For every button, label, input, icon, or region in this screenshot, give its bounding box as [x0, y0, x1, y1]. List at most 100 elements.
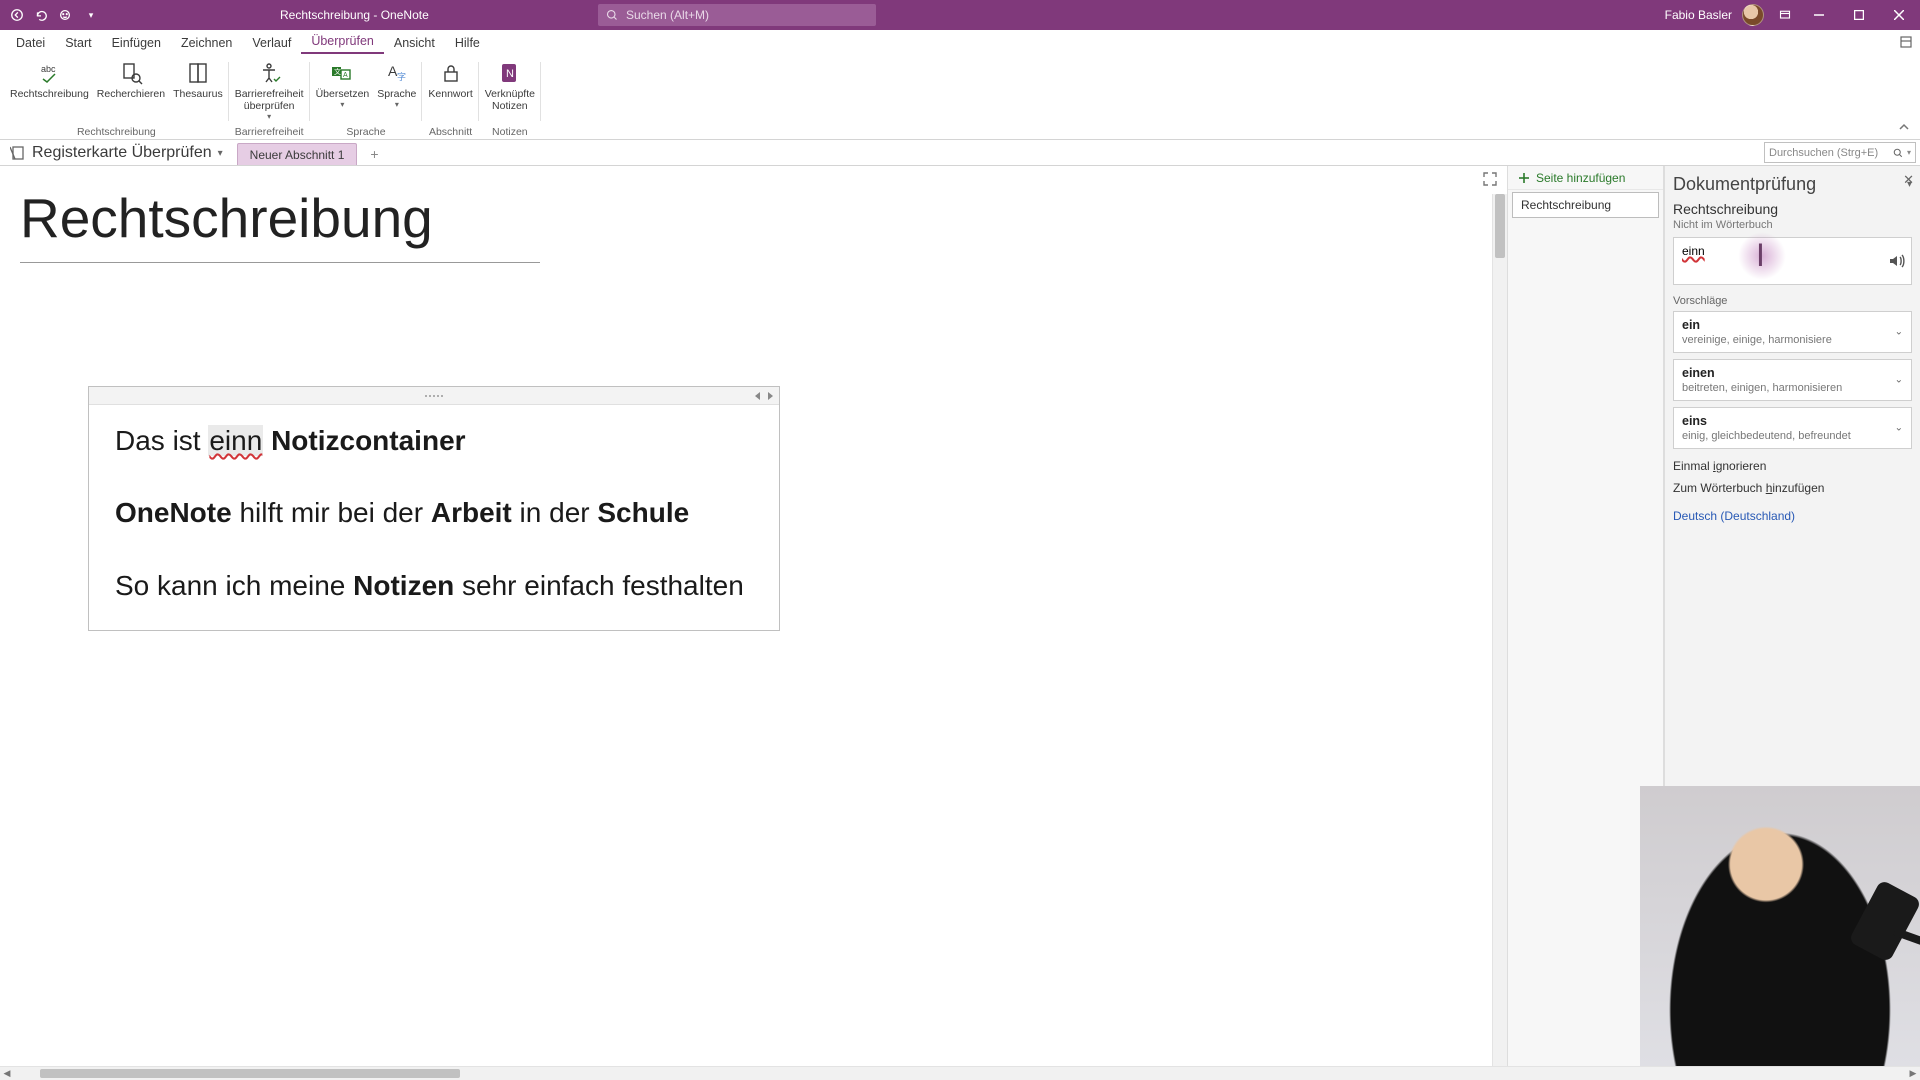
window-mode-button[interactable] [1774, 4, 1796, 26]
webcam-overlay [1640, 786, 1920, 1066]
notebook-selector[interactable]: Registerkarte Überprüfen ▾ [8, 142, 229, 165]
container-collapse-right-button[interactable] [765, 391, 775, 401]
chevron-down-icon[interactable]: ⌄ [1895, 375, 1903, 386]
plus-icon [1518, 172, 1530, 184]
add-to-dictionary-link[interactable]: Zum Wörterbuch hinzufügen [1673, 481, 1912, 495]
translate-icon: 文A [330, 59, 354, 87]
password-button[interactable]: Kennwort [424, 56, 476, 125]
menu-ansicht[interactable]: Ansicht [384, 33, 445, 54]
scroll-left-button[interactable]: ◀ [0, 1067, 14, 1080]
chevron-down-icon: ▾ [395, 100, 399, 109]
suggestion-item[interactable]: einen beitreten, einigen, harmonisieren … [1673, 359, 1912, 401]
grip-icon [425, 395, 443, 397]
expand-page-button[interactable] [1483, 172, 1501, 190]
notebook-name: Registerkarte Überprüfen [32, 144, 212, 162]
notebook-search-input[interactable]: Durchsuchen (Strg+E) ▾ [1764, 142, 1916, 163]
ribbon-group-accessibility: Barrierefreiheit überprüfen ▾ Barrierefr… [229, 56, 310, 139]
note-line-2[interactable]: OneNote hilft mir bei der Arbeit in der … [115, 495, 753, 531]
qat-customize-button[interactable]: ▾ [80, 4, 102, 26]
section-tab[interactable]: Neuer Abschnitt 1 [237, 143, 358, 165]
horizontal-scrollbar[interactable]: ◀ ▶ [0, 1066, 1920, 1080]
close-button[interactable] [1882, 0, 1916, 30]
container-collapse-left-button[interactable] [753, 391, 763, 401]
chevron-down-icon[interactable]: ⌄ [1895, 327, 1903, 338]
page-canvas[interactable]: Rechtschreibung Das ist einn Notizcontai… [0, 166, 1508, 1066]
pane-title: Dokumentprüfung [1673, 174, 1816, 195]
chevron-down-icon: ▾ [340, 100, 344, 109]
page-title[interactable]: Rechtschreibung [20, 186, 540, 263]
menu-datei[interactable]: Datei [6, 33, 55, 54]
chevron-down-icon: ▾ [218, 148, 223, 159]
svg-text:文: 文 [334, 67, 341, 76]
new-section-button[interactable]: + [363, 143, 385, 165]
note-body[interactable]: Das ist einn Notizcontainer OneNote hilf… [89, 405, 779, 630]
note-container[interactable]: Das ist einn Notizcontainer OneNote hilf… [88, 386, 780, 631]
thesaurus-button[interactable]: Thesaurus [169, 56, 227, 125]
account-avatar[interactable] [1742, 4, 1764, 26]
search-placeholder: Suchen (Alt+M) [626, 8, 709, 22]
search-box[interactable]: Suchen (Alt+M) [598, 4, 876, 26]
scroll-right-button[interactable]: ▶ [1906, 1067, 1920, 1080]
svg-text:A: A [343, 72, 348, 79]
ignore-once-link[interactable]: Einmal ignorieren [1673, 459, 1912, 473]
suggestion-item[interactable]: eins einig, gleichbedeutend, befreundet … [1673, 407, 1912, 449]
undo-button[interactable] [30, 4, 52, 26]
search-icon [606, 9, 618, 21]
maximize-button[interactable] [1842, 0, 1876, 30]
spellcheck-icon: abc [37, 59, 61, 87]
ribbon-collapse-button[interactable] [1898, 121, 1912, 135]
svg-text:字: 字 [397, 71, 406, 82]
svg-text:N: N [506, 68, 514, 80]
research-button[interactable]: Recherchieren [93, 56, 169, 125]
language-button[interactable]: A字 Sprache ▾ [373, 56, 420, 125]
pane-subtitle: Rechtschreibung [1673, 201, 1912, 217]
note-line-3[interactable]: So kann ich meine Notizen sehr einfach f… [115, 568, 753, 604]
scrollbar-thumb[interactable] [40, 1069, 460, 1078]
linked-notes-icon: N [498, 59, 522, 87]
minimize-button[interactable] [1802, 0, 1836, 30]
search-icon [1892, 147, 1904, 159]
add-page-button[interactable]: Seite hinzufügen [1508, 166, 1663, 190]
menu-ueberpruefen[interactable]: Überprüfen [301, 31, 384, 54]
menu-einfuegen[interactable]: Einfügen [102, 33, 171, 54]
cursor-highlight-icon: I [1738, 232, 1786, 280]
scrollbar-track[interactable] [14, 1067, 1906, 1080]
vertical-scrollbar[interactable] [1492, 194, 1507, 1066]
chevron-down-icon[interactable]: ⌄ [1895, 423, 1903, 434]
misspelled-word-box: einn I [1673, 237, 1912, 285]
suggestion-item[interactable]: ein vereinige, einige, harmonisiere ⌄ [1673, 311, 1912, 353]
scrollbar-thumb[interactable] [1495, 194, 1505, 258]
thesaurus-icon [186, 59, 210, 87]
spelling-error-word[interactable]: einn [208, 425, 263, 456]
note-container-handle[interactable] [89, 387, 779, 405]
translate-button[interactable]: 文A Übersetzen ▾ [312, 56, 374, 125]
note-line-1[interactable]: Das ist einn Notizcontainer [115, 423, 753, 459]
menu-start[interactable]: Start [55, 33, 101, 54]
menu-hilfe[interactable]: Hilfe [445, 33, 490, 54]
chevron-down-icon: ▾ [267, 112, 271, 121]
ribbon-layout-button[interactable] [1898, 34, 1914, 50]
nav-back-button[interactable] [6, 4, 28, 26]
add-page-label: Seite hinzufügen [1536, 171, 1625, 185]
ribbon-group-spelling: abc Rechtschreibung Recherchieren Thesau… [4, 56, 229, 139]
close-pane-button[interactable]: ✕ [1903, 172, 1914, 188]
page-list-item[interactable]: Rechtschreibung [1512, 192, 1659, 218]
notebook-search-placeholder: Durchsuchen (Strg+E) [1769, 147, 1878, 159]
menu-verlauf[interactable]: Verlauf [242, 33, 301, 54]
menu-zeichnen[interactable]: Zeichnen [171, 33, 242, 54]
svg-text:I: I [1756, 237, 1765, 273]
proofing-language-link[interactable]: Deutsch (Deutschland) [1673, 509, 1912, 523]
accessibility-check-button[interactable]: Barrierefreiheit überprüfen ▾ [231, 56, 308, 125]
notebook-icon [10, 145, 26, 161]
accessibility-icon [257, 59, 281, 87]
touch-mode-button[interactable] [54, 4, 76, 26]
spelling-button[interactable]: abc Rechtschreibung [6, 56, 93, 125]
account-username[interactable]: Fabio Basler [1665, 8, 1732, 22]
titlebar: ▾ Rechtschreibung - OneNote Suchen (Alt+… [0, 0, 1920, 30]
page-list-item-label: Rechtschreibung [1521, 198, 1611, 212]
research-icon [119, 59, 143, 87]
linked-notes-button[interactable]: N Verknüpfte Notizen [481, 56, 539, 125]
read-aloud-button[interactable] [1887, 252, 1905, 270]
chevron-down-icon: ▾ [1907, 148, 1911, 157]
menu-strip: Datei Start Einfügen Zeichnen Verlauf Üb… [0, 30, 1920, 54]
